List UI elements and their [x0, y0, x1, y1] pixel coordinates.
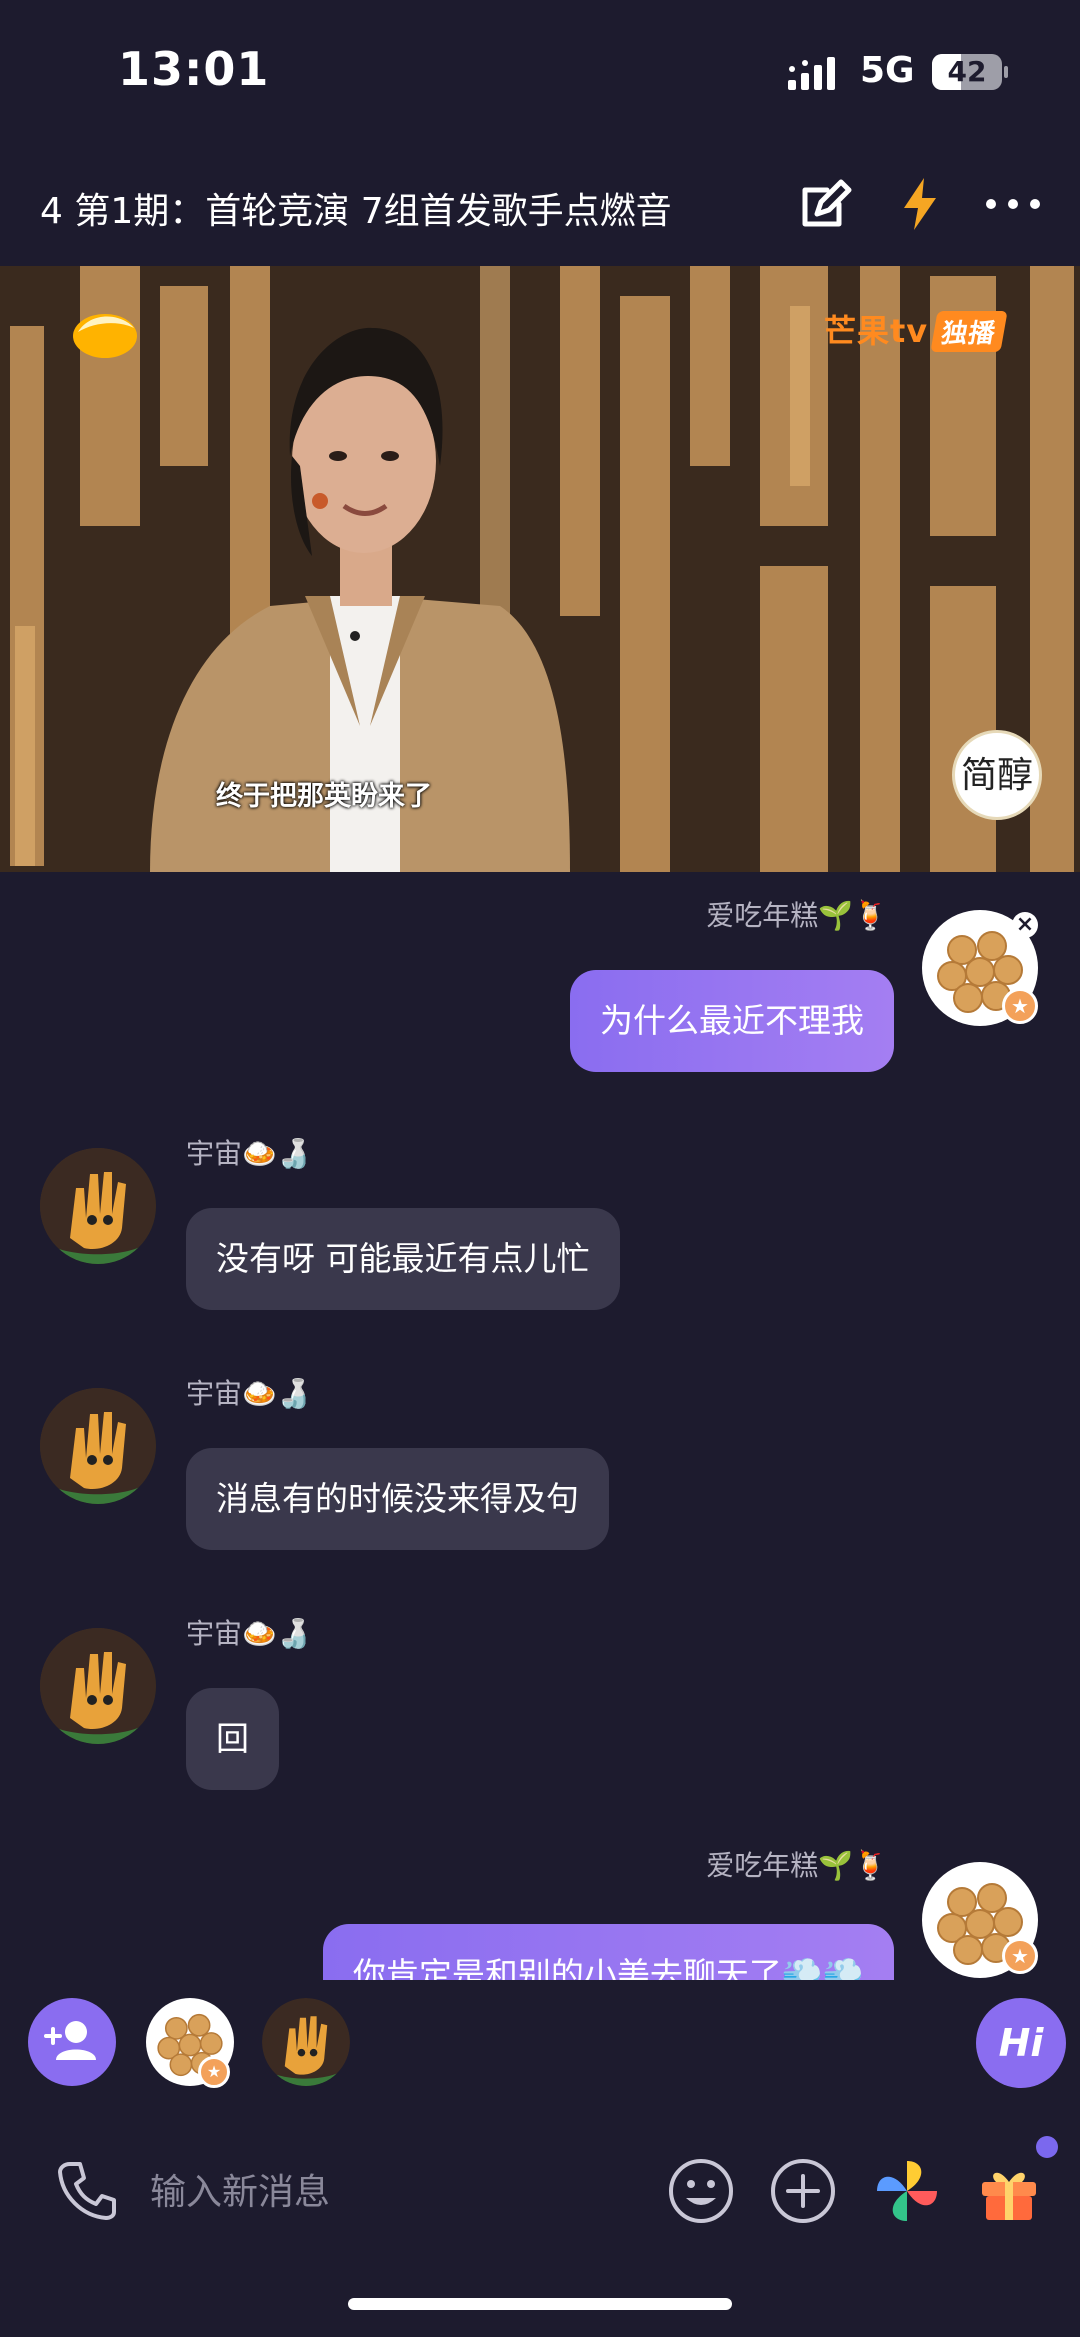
member-bar: ★ Hi	[0, 1980, 1080, 2120]
channel-logo-text: 芒果tv	[824, 312, 929, 350]
chat-list[interactable]: 爱吃年糕🌱🍹 为什么最近不理我 × ★ 宇宙🍛🍶 没有呀 可能最近有点儿忙 宇宙	[0, 872, 1080, 1980]
emoji-icon[interactable]	[666, 2156, 736, 2226]
network-label: 5G	[860, 50, 915, 91]
star-badge-icon: ★	[1002, 1938, 1038, 1974]
avatar[interactable]	[40, 1148, 156, 1264]
home-indicator[interactable]	[348, 2298, 732, 2310]
hand-avatar-image	[40, 1628, 156, 1744]
message-bubble-incoming[interactable]: 消息有的时候没来得及句	[186, 1448, 609, 1550]
sponsor-badge: 简醇	[952, 730, 1042, 820]
phone-icon[interactable]	[52, 2156, 122, 2226]
message-input[interactable]	[150, 2152, 630, 2232]
hunan-tv-logo-icon	[73, 314, 137, 358]
message-input-bar	[0, 2120, 1080, 2260]
message-sender: 爱吃年糕🌱🍹	[706, 899, 888, 932]
lightning-icon[interactable]	[890, 174, 950, 234]
avatar[interactable]	[40, 1628, 156, 1744]
add-user-icon	[44, 2021, 96, 2060]
battery-icon: 42	[932, 54, 1002, 90]
gift-icon[interactable]	[974, 2156, 1044, 2226]
exclusive-tag: 独播	[930, 311, 1008, 352]
page-title[interactable]: 4 第1期：首轮竞演 7组首发歌手点燃音	[40, 182, 730, 234]
message-sender: 宇宙🍛🍶	[186, 1617, 312, 1650]
pinwheel-icon[interactable]	[872, 2156, 942, 2226]
message-sender: 爱吃年糕🌱🍹	[706, 1849, 888, 1882]
status-bar: 13:01 5G 42	[0, 0, 1080, 140]
message-sender: 宇宙🍛🍶	[186, 1137, 312, 1170]
more-icon[interactable]	[983, 174, 1043, 234]
hi-button[interactable]: Hi	[976, 1998, 1066, 2088]
close-icon[interactable]: ×	[1012, 912, 1038, 938]
hand-avatar-image	[262, 1998, 350, 2086]
add-icon[interactable]	[768, 2156, 838, 2226]
avatar[interactable]	[40, 1388, 156, 1504]
message-bubble-incoming[interactable]: 没有呀 可能最近有点儿忙	[186, 1208, 620, 1310]
status-time: 13:01	[118, 42, 270, 96]
header: 4 第1期：首轮竞演 7组首发歌手点燃音	[0, 160, 1080, 250]
edit-icon[interactable]	[795, 174, 855, 234]
star-badge-icon: ★	[198, 2056, 230, 2088]
notification-dot	[1036, 2136, 1058, 2158]
hand-avatar-image	[40, 1148, 156, 1264]
signal-icon	[788, 57, 835, 90]
hand-avatar-image	[40, 1388, 156, 1504]
video-subtitle: 终于把那英盼来了	[216, 781, 432, 812]
message-sender: 宇宙🍛🍶	[186, 1377, 312, 1410]
video-player[interactable]: 芒果tv 独播 终于把那英盼来了 简醇	[0, 266, 1080, 872]
member-avatar[interactable]	[262, 1998, 350, 2086]
mango-tv-logo: 芒果tv 独播	[824, 306, 1008, 352]
battery-tip	[1004, 66, 1008, 78]
add-member-button[interactable]	[28, 1998, 116, 2086]
message-bubble-outgoing[interactable]: 你肯定是和别的小美去聊天了💨💨	[322, 1924, 894, 1980]
star-badge-icon: ★	[1002, 988, 1038, 1024]
message-bubble-incoming[interactable]: 回	[186, 1688, 279, 1790]
battery-percent: 42	[947, 55, 987, 88]
video-frame	[0, 266, 1080, 872]
message-bubble-outgoing[interactable]: 为什么最近不理我	[570, 970, 894, 1072]
